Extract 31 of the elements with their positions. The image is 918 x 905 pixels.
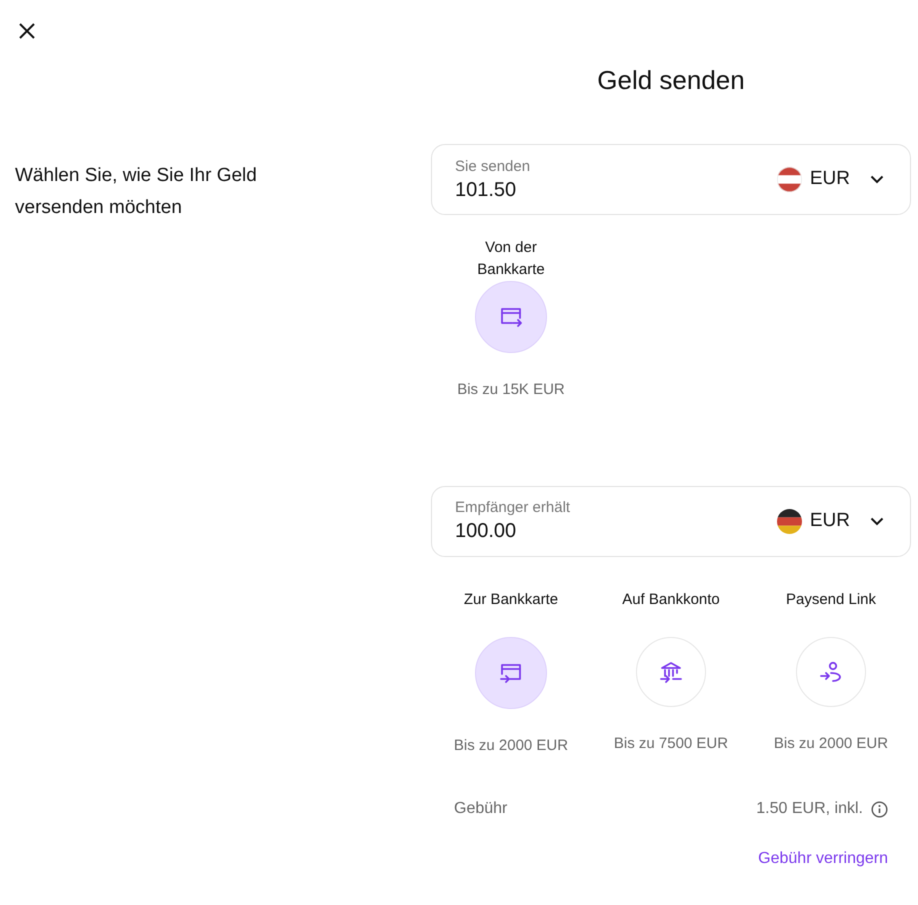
field-label: Empfänger erhält xyxy=(455,498,570,518)
bank-icon xyxy=(659,660,683,684)
person-arrow-icon xyxy=(819,660,843,684)
card-arrow-icon xyxy=(499,306,523,328)
amount-field[interactable]: Sie senden 101.50 EUR xyxy=(431,144,911,215)
currency-code: EUR xyxy=(810,167,850,192)
flag-icon xyxy=(776,167,802,192)
limit-text: Bis zu 7500 EUR xyxy=(614,734,728,754)
card-arrow-icon xyxy=(499,662,523,684)
instruction-text: Wählen Sie, wie Sie Ihr Geld versenden möchten xyxy=(15,164,258,220)
page-title: Geld senden xyxy=(596,64,746,96)
method-label: Auf Bankkonto xyxy=(621,590,721,610)
method-label: Paysend Link xyxy=(784,590,878,610)
method-label: Zur Bankkarte xyxy=(462,590,560,610)
close-button[interactable] xyxy=(17,21,37,41)
reduce-fee-link[interactable]: Gebühr verringern xyxy=(758,847,888,871)
limit-text: Bis zu 2000 EUR xyxy=(454,736,568,756)
limit-text: Bis zu 15K EUR xyxy=(457,380,565,400)
fee-label: Gebühr xyxy=(454,799,508,819)
chevron-down-icon[interactable] xyxy=(870,516,884,526)
amount-value: 101.50 xyxy=(455,178,518,202)
amount-value: 100.00 xyxy=(455,519,518,544)
limit-text: Bis zu 2000 EUR xyxy=(774,734,888,754)
chevron-down-icon[interactable] xyxy=(870,175,884,184)
fee-value: 1.50 EUR, inkl. xyxy=(756,799,863,819)
flag-icon xyxy=(776,508,802,534)
amount-field[interactable]: Empfänger erhält 100.00 EUR xyxy=(431,486,911,556)
info-icon[interactable] xyxy=(871,800,888,818)
currency-code: EUR xyxy=(810,508,850,533)
field-label: Sie senden xyxy=(455,156,530,176)
method-label: Von der Bankkarte xyxy=(476,238,546,280)
